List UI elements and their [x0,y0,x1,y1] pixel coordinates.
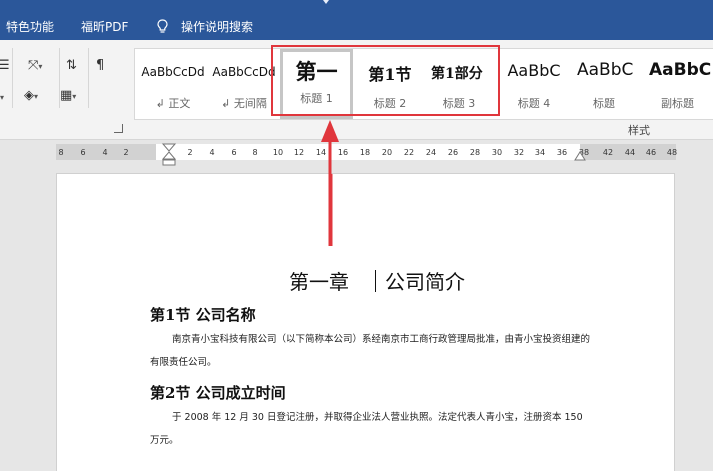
arrow-head-icon [321,120,339,246]
